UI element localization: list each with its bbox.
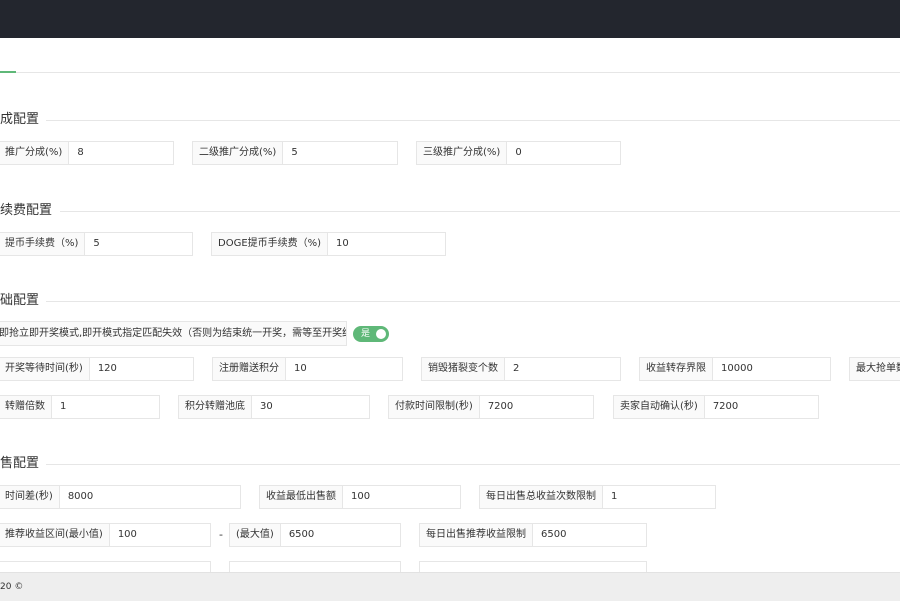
points-pool-field[interactable]: 积分转赠池底 30 [178, 395, 370, 419]
field-label: 收益转存界限 [640, 358, 713, 380]
field-input[interactable]: 100 [343, 486, 460, 508]
level1-commission-field[interactable]: 推广分成(%) 8 [0, 141, 174, 165]
section-divider [46, 301, 900, 302]
time-difference-field[interactable]: 时间差(秒) 8000 [0, 485, 241, 509]
field-label: 每日出售总收益次数限制 [480, 486, 603, 508]
field-label: 提币手续费（%) [0, 233, 86, 255]
max-grab-field[interactable]: 最大抢单数 [849, 357, 900, 381]
section-title: 成配置 [0, 112, 40, 127]
section-basic: 础配置 [0, 291, 900, 311]
register-bonus-field[interactable]: 注册赠送积分 10 [212, 357, 403, 381]
coin-fee-field[interactable]: 提币手续费（%) 5 [0, 232, 193, 256]
field-input[interactable]: 5 [85, 233, 192, 255]
field-input[interactable]: 10000 [713, 358, 830, 380]
field-input[interactable]: 2 [505, 358, 620, 380]
field-input[interactable]: 8000 [60, 486, 240, 508]
field-label: 注册赠送积分 [213, 358, 286, 380]
field-label: DOGE提币手续费（%) [212, 233, 329, 255]
level3-commission-field[interactable]: 三级推广分成(%) 0 [416, 141, 621, 165]
section-divider [60, 211, 900, 212]
section-fee: 续费配置 [0, 201, 900, 221]
field-input[interactable]: 10 [286, 358, 402, 380]
field-input[interactable]: 7200 [480, 396, 593, 418]
section-title: 础配置 [0, 293, 40, 308]
level2-commission-field[interactable]: 二级推广分成(%) 5 [192, 141, 398, 165]
switch-knob [376, 329, 386, 339]
field-label: 积分转赠池底 [179, 396, 252, 418]
section-divider [46, 120, 900, 121]
range-separator: - [219, 528, 223, 541]
burn-count-field[interactable]: 销毁猪裂变个数 2 [421, 357, 621, 381]
field-input[interactable]: 7200 [705, 396, 818, 418]
section-sell: 售配置 [0, 454, 900, 474]
instant-draw-mode-label: 即抢立即开奖模式,即开模式指定匹配失效（否则为结束统一开奖，需等至开奖结束） [0, 321, 347, 346]
field-label: 三级推广分成(%) [417, 142, 508, 164]
doge-fee-field[interactable]: DOGE提币手续费（%) 10 [211, 232, 446, 256]
field-label: 销毁猪裂变个数 [422, 358, 505, 380]
field-label: 转赠倍数 [0, 396, 52, 418]
field-input[interactable]: 5 [283, 142, 397, 164]
section-title: 售配置 [0, 456, 40, 471]
footer: 20 © [0, 572, 900, 601]
field-label: 推荐收益区间(最小值) [0, 524, 110, 546]
field-input[interactable]: 10 [328, 233, 445, 255]
field-input[interactable]: 1 [603, 486, 715, 508]
active-tab-indicator[interactable] [0, 71, 16, 73]
field-input[interactable]: 100 [110, 524, 210, 546]
daily-sell-count-field[interactable]: 每日出售总收益次数限制 1 [479, 485, 716, 509]
field-input[interactable]: 8 [69, 142, 173, 164]
section-title: 续费配置 [0, 203, 53, 218]
field-input[interactable]: 6500 [533, 524, 646, 546]
field-input[interactable]: 6500 [281, 524, 400, 546]
field-label: 时间差(秒) [0, 486, 60, 508]
section-commission: 成配置 [0, 110, 900, 130]
instant-draw-mode-switch[interactable]: 是 [353, 326, 389, 342]
section-divider [46, 464, 900, 465]
recommend-range-min-field[interactable]: 推荐收益区间(最小值) 100 [0, 523, 211, 547]
field-label: 推广分成(%) [0, 142, 70, 164]
field-input[interactable]: 120 [90, 358, 193, 380]
field-input[interactable]: 1 [52, 396, 159, 418]
recommend-range-max-field[interactable]: (最大值) 6500 [229, 523, 401, 547]
draw-wait-time-field[interactable]: 开奖等待时间(秒) 120 [0, 357, 194, 381]
payment-time-limit-field[interactable]: 付款时间限制(秒) 7200 [388, 395, 594, 419]
field-label: 开奖等待时间(秒) [0, 358, 90, 380]
daily-recommend-limit-field[interactable]: 每日出售推荐收益限制 6500 [419, 523, 647, 547]
transfer-limit-field[interactable]: 收益转存界限 10000 [639, 357, 831, 381]
top-navigation-bar [0, 0, 900, 38]
field-label: 二级推广分成(%) [193, 142, 284, 164]
field-label: 每日出售推荐收益限制 [420, 524, 533, 546]
field-label: 最大抢单数 [850, 358, 900, 380]
min-sell-amount-field[interactable]: 收益最低出售额 100 [259, 485, 461, 509]
field-input[interactable]: 0 [507, 142, 620, 164]
field-label: 付款时间限制(秒) [389, 396, 480, 418]
transfer-multiple-field[interactable]: 转赠倍数 1 [0, 395, 160, 419]
footer-copyright: 20 © [0, 582, 24, 592]
field-label: 收益最低出售额 [260, 486, 343, 508]
switch-text: 是 [361, 329, 371, 339]
field-label: (最大值) [230, 524, 281, 546]
field-input[interactable]: 30 [252, 396, 369, 418]
field-label: 卖家自动确认(秒) [614, 396, 705, 418]
tab-bar [0, 38, 900, 73]
seller-auto-confirm-field[interactable]: 卖家自动确认(秒) 7200 [613, 395, 819, 419]
